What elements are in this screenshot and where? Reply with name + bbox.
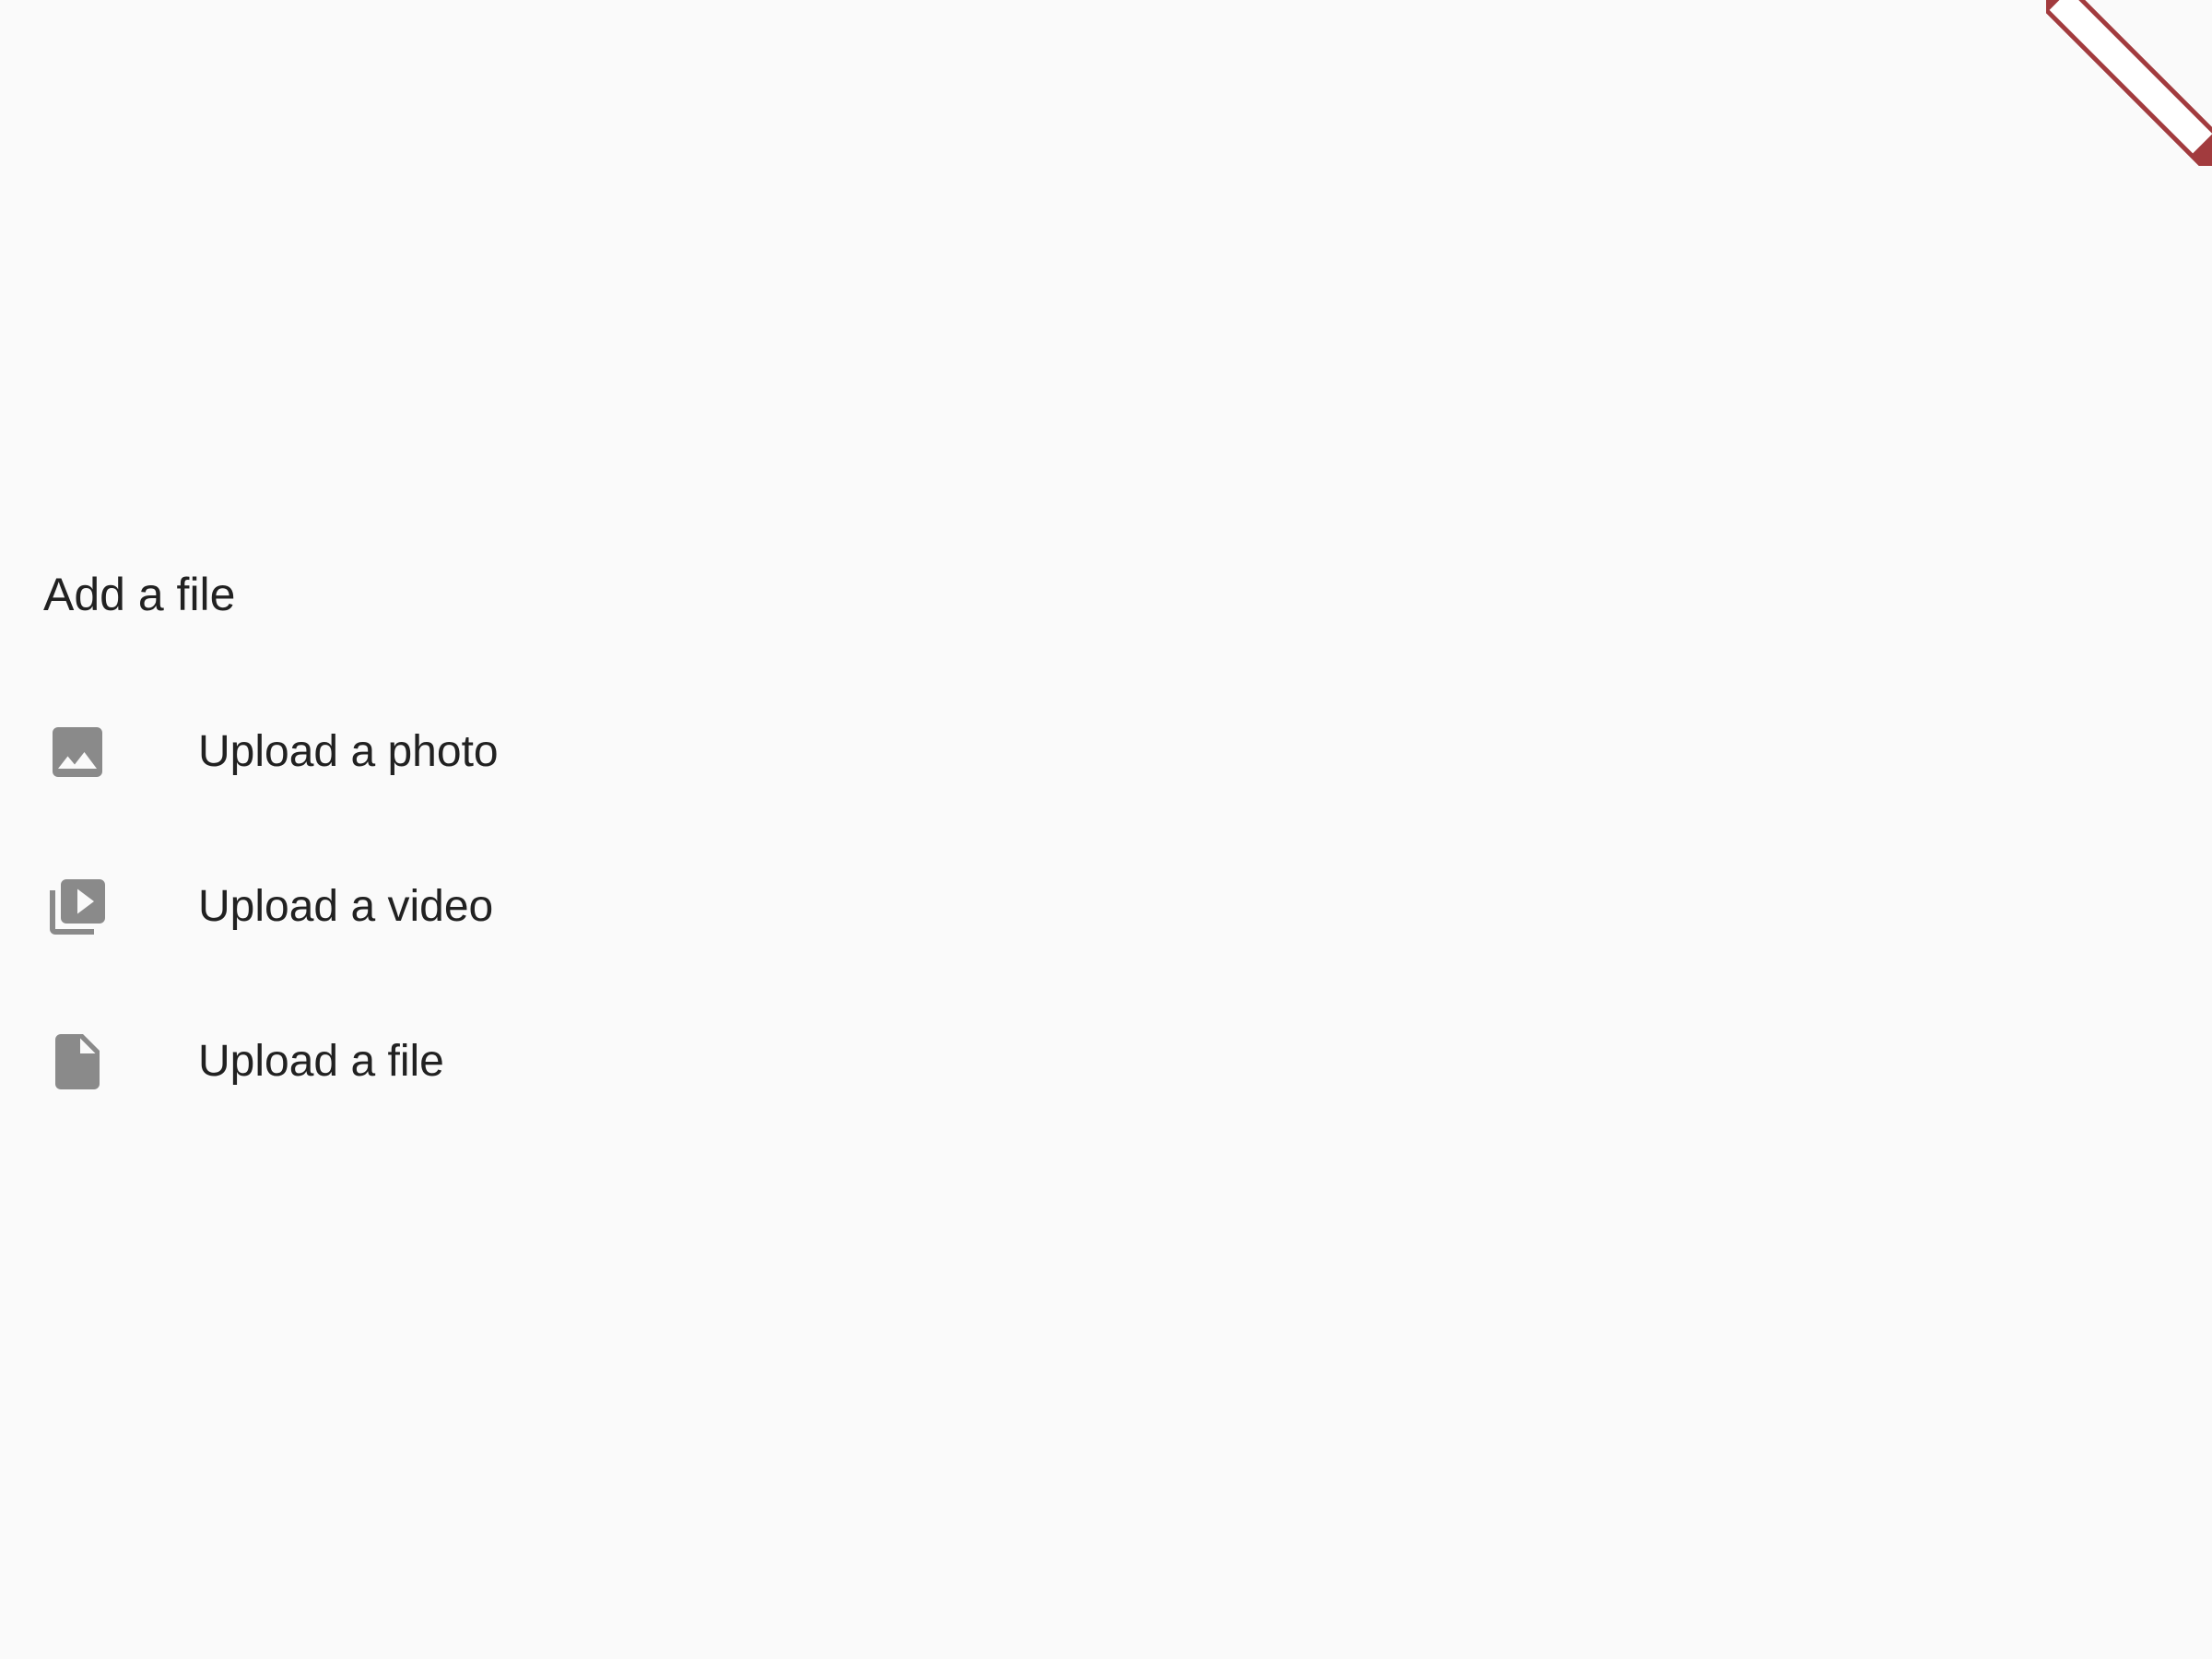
debug-banner-band (2046, 0, 2212, 166)
upload-file-label: Upload a file (198, 1037, 444, 1086)
image-icon (44, 719, 111, 785)
upload-video-item[interactable]: Upload a video (0, 830, 2212, 984)
app-screen: Add a file Upload a photo Upload a video (0, 0, 2212, 1659)
upload-photo-item[interactable]: Upload a photo (0, 675, 2212, 830)
upload-video-label: Upload a video (198, 882, 494, 931)
upload-file-item[interactable]: Upload a file (0, 984, 2212, 1139)
sheet-title: Add a file (43, 569, 236, 620)
video-library-icon (44, 874, 111, 940)
file-icon (44, 1029, 111, 1095)
debug-banner (2046, 0, 2212, 166)
upload-photo-label: Upload a photo (198, 727, 499, 776)
